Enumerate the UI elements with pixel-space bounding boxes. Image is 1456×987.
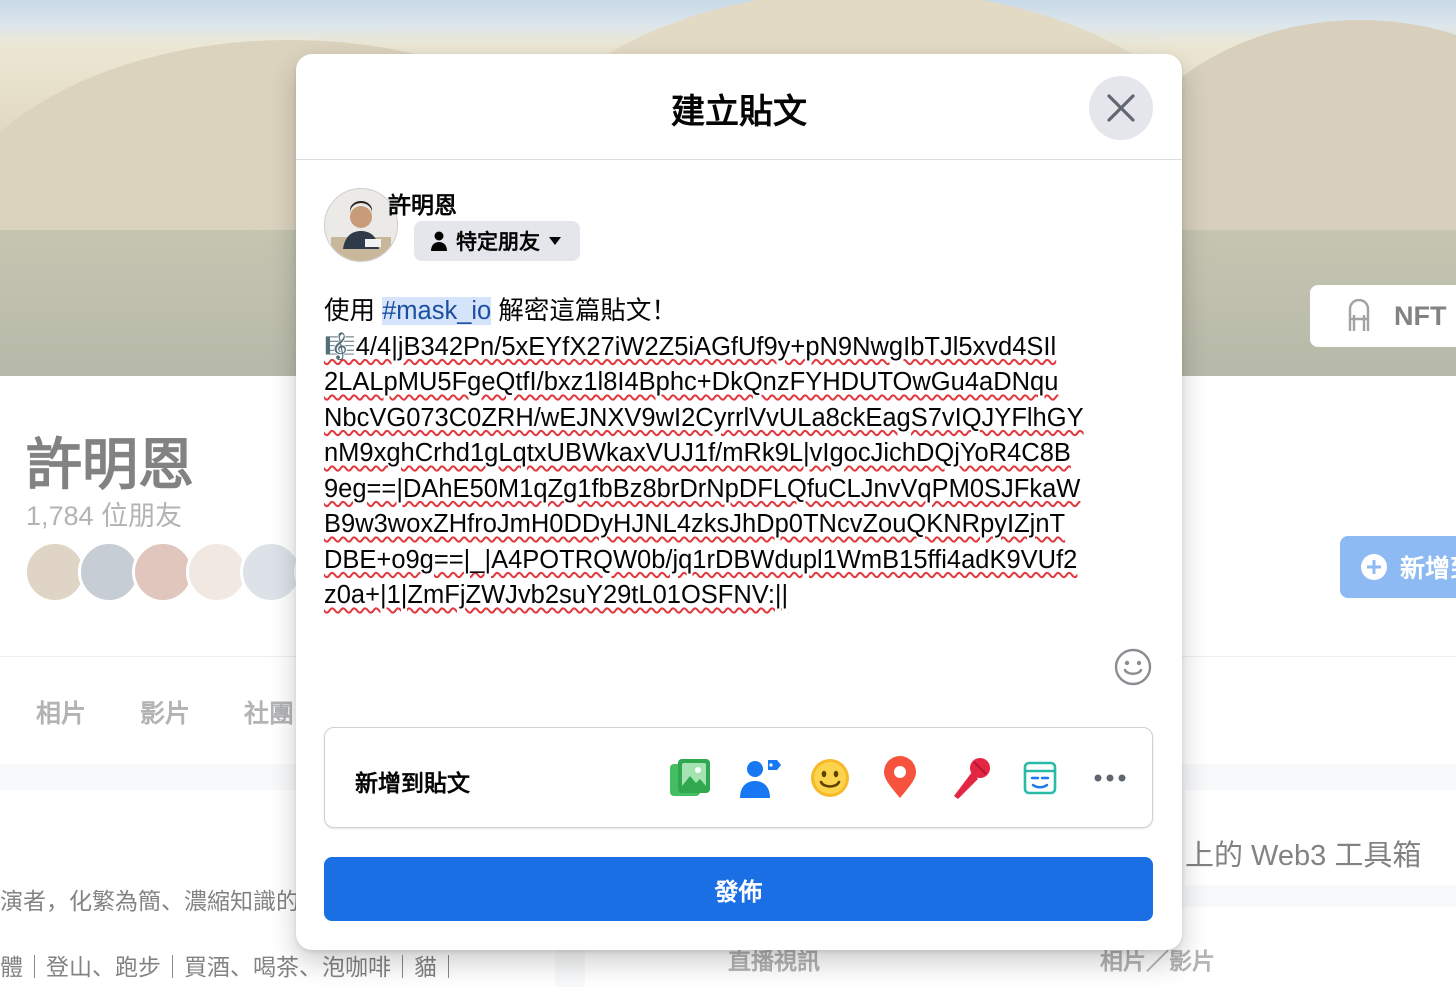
feeling-icon[interactable] — [808, 754, 852, 802]
post-intro-line: 使用 #mask_io 解密這篇貼文！ — [324, 294, 1134, 330]
location-icon[interactable] — [878, 754, 922, 802]
cipher-line: 9eg==|DAhE50M1qZg1fbBz8brDrNpDFLQfuCLJnv… — [324, 474, 1081, 503]
cipher-line: NbcVG073C0ZRH/wEJNXV9wI2CyrrlVvULa8ckEag… — [324, 403, 1084, 432]
cipher-line: B9w3woxZHfroJmH0DDyHJNL4zksJhDp0TNcvZouQ… — [324, 510, 1066, 538]
gif-icon[interactable] — [1018, 754, 1062, 802]
close-button[interactable] — [1089, 76, 1153, 140]
post-text-suffix: 解密這篇貼文！ — [491, 297, 677, 325]
publish-button[interactable]: 發佈 — [324, 857, 1153, 921]
mic-icon[interactable] — [948, 754, 992, 802]
post-text-prefix: 使用 — [324, 297, 383, 325]
cipher-line: 2LALpMU5FgeQtfI/bxz1l8I4Bphc+DkQnzFYHDUT… — [324, 368, 1059, 396]
close-icon — [1107, 94, 1135, 122]
audience-selector[interactable]: 特定朋友 — [414, 221, 580, 261]
cipher-line: 🎼4/4|jB342Pn/5xEYfX27iW2Z5iAGfUf9y+pN9Nw… — [324, 332, 1057, 361]
tag-people-icon[interactable] — [738, 754, 782, 802]
person-icon — [431, 231, 447, 251]
cipher-line: z0a+|1|ZmFjZWJvb2suY29tL01OSFNV:|| — [324, 581, 789, 609]
add-to-post-bar: 新增到貼文 — [324, 727, 1153, 828]
audience-label: 特定朋友 — [456, 231, 540, 254]
cipher-line: DBE+o9g==|_|A4POTRQW0b/jq1rDBWdupl1WmB15… — [324, 545, 1078, 574]
emoji-picker-icon[interactable] — [1114, 648, 1152, 686]
author-name: 許明恩 — [388, 192, 457, 218]
hashtag-link[interactable]: #mask_io — [382, 297, 492, 325]
cipher-line: nM9xghCrhd1gLqtxUBWkaxVUJ1f/mRk9L|vIgocJ… — [324, 439, 1071, 467]
dialog-title: 建立貼文 — [671, 93, 807, 131]
post-textarea[interactable]: 使用 #mask_io 解密這篇貼文！ 🎼4/4|jB342Pn/5xEYfX2… — [324, 294, 1134, 614]
photo-icon[interactable] — [668, 754, 712, 802]
avatar[interactable] — [324, 188, 398, 262]
add-to-post-label: 新增到貼文 — [355, 770, 470, 796]
dialog-header: 建立貼文 — [296, 54, 1182, 160]
more-icon[interactable] — [1088, 754, 1132, 802]
create-post-dialog: 建立貼文 許明恩 特定朋友 使用 #mask_io 解密這篇貼文！ 🎼4/4|j… — [296, 54, 1182, 950]
caret-down-icon — [549, 237, 561, 245]
